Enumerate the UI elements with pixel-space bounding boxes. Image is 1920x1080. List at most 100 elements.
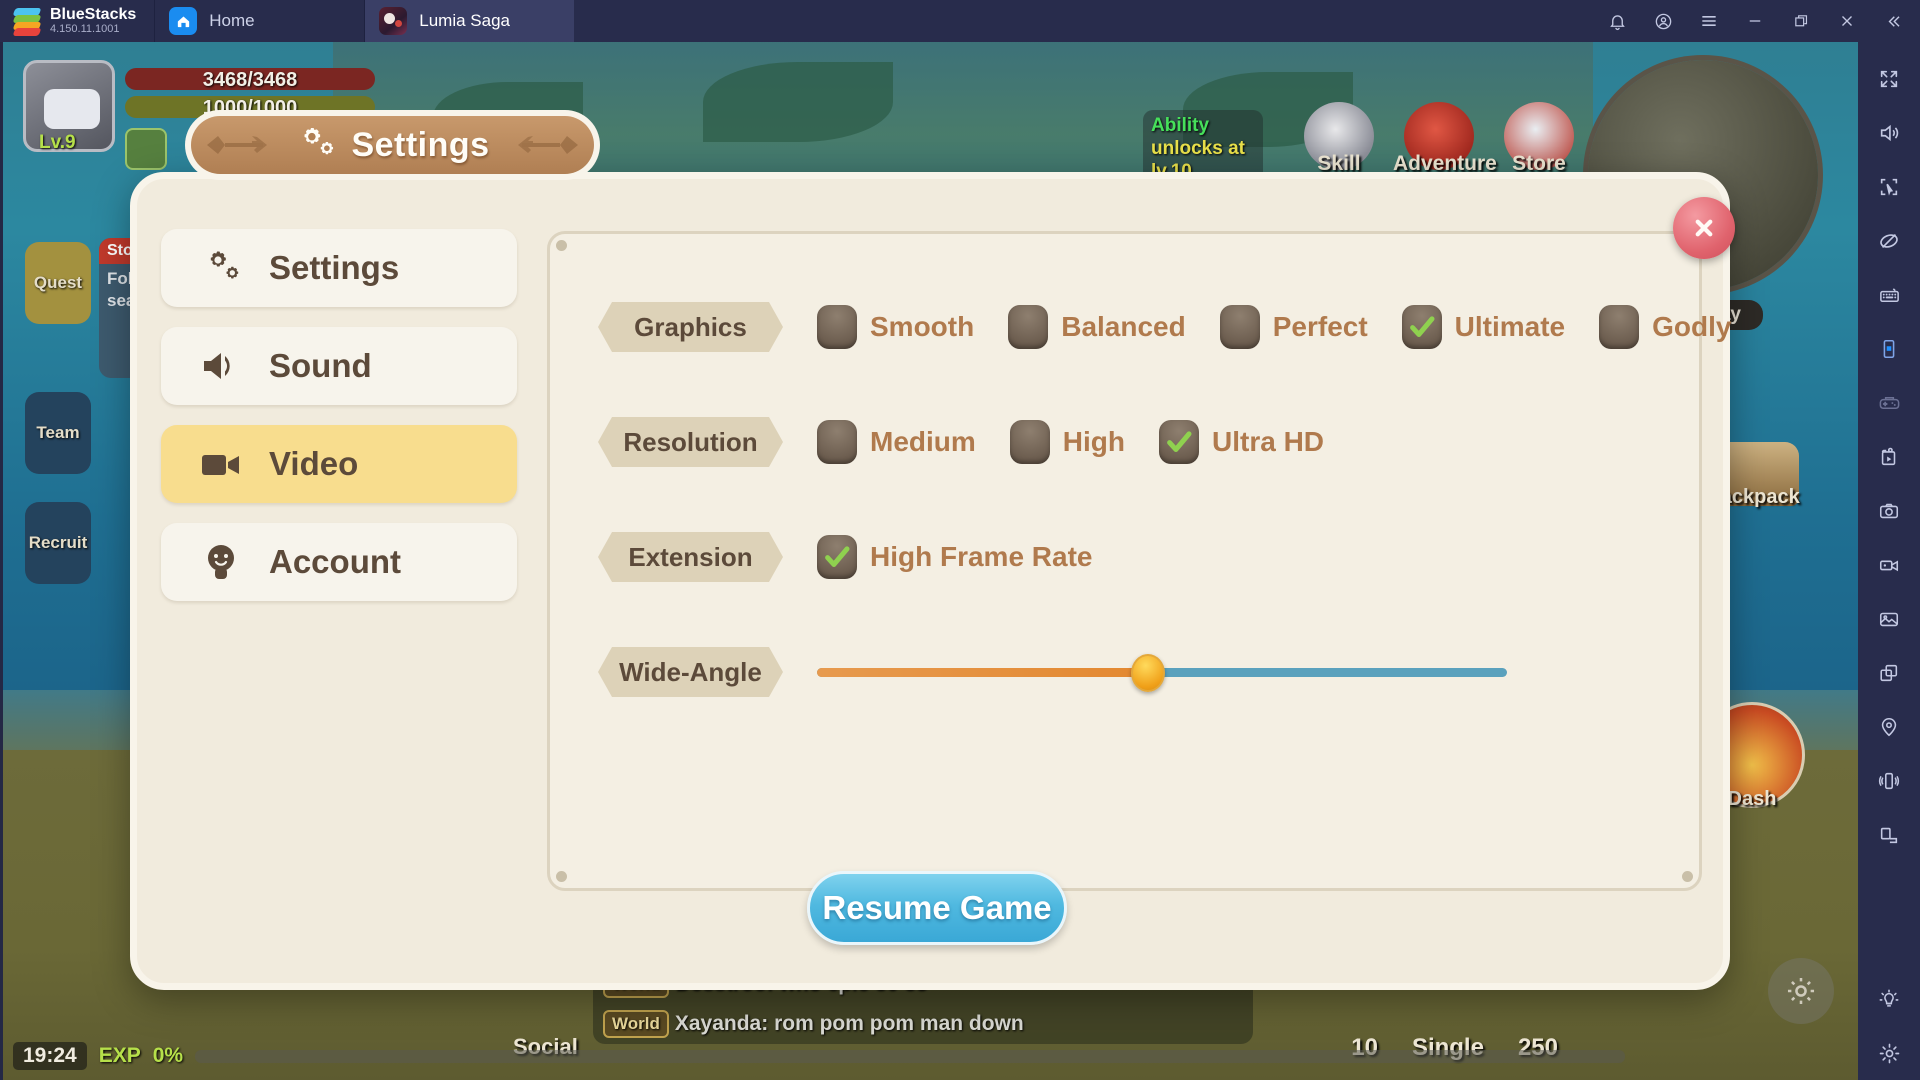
settings-panel: Settings Sound Video Account ‹ Graphics … [130, 172, 1735, 990]
eye-off-icon[interactable] [1862, 214, 1916, 268]
wide-angle-slider[interactable] [817, 653, 1507, 692]
checkbox-unchecked[interactable] [1219, 305, 1260, 349]
game-clock: 19:24 [13, 1042, 87, 1070]
gamepad-icon[interactable] [1862, 376, 1916, 430]
recruit-button[interactable]: Recruit [25, 502, 91, 584]
volume-icon[interactable] [1862, 106, 1916, 160]
bluestacks-titlebar: BlueStacks 4.150.11.1001 Home Lumia Saga [0, 0, 1920, 42]
gears-icon [195, 245, 247, 291]
bluestacks-right-toolbar [1858, 42, 1920, 1080]
extension-option-high-frame-rate-label: High Frame Rate [870, 541, 1093, 572]
graphics-option-godly[interactable]: Godly [1599, 305, 1731, 349]
exp-label: EXP [98, 1044, 141, 1067]
graphics-row-label: Graphics [598, 302, 783, 352]
restore-icon[interactable] [1778, 0, 1824, 42]
resolution-row: Resolution Medium High Ultra HD [598, 409, 1324, 475]
shake-icon[interactable] [1862, 754, 1916, 808]
brand-version: 4.150.11.1001 [50, 22, 120, 35]
team-button[interactable]: Team [25, 392, 91, 474]
account-icon[interactable] [1640, 0, 1686, 42]
script-play-icon[interactable] [1862, 430, 1916, 484]
wide-angle-slider-fill [817, 667, 1149, 677]
sidebar-item-settings[interactable]: Settings [161, 229, 517, 307]
graphics-option-perfect[interactable]: Perfect [1219, 305, 1368, 349]
tab-home[interactable]: Home [154, 0, 364, 42]
screen-capture-icon[interactable] [1862, 160, 1916, 214]
close-dialog-button[interactable] [1673, 197, 1735, 259]
titlebar-spacer [574, 0, 1594, 42]
resolution-option-high-label: High [1062, 426, 1125, 457]
minimize-icon[interactable] [1732, 0, 1778, 42]
collapse-icon[interactable] [1870, 0, 1916, 42]
checkbox-checked[interactable] [1159, 420, 1199, 464]
wide-angle-row: Wide-Angle [598, 639, 1507, 705]
gallery-icon[interactable] [1862, 592, 1916, 646]
resolution-row-label: Resolution [598, 417, 783, 467]
camera-icon[interactable] [1862, 484, 1916, 538]
graphics-option-godly-label: Godly [1652, 311, 1732, 342]
quest-button[interactable]: Quest [25, 242, 91, 324]
bluestacks-brand: BlueStacks 4.150.11.1001 [0, 0, 154, 42]
checkbox-unchecked[interactable] [1009, 420, 1050, 464]
tab-lumia-saga[interactable]: Lumia Saga [364, 0, 575, 42]
checkbox-unchecked[interactable] [817, 420, 857, 464]
bluestacks-logo-icon [12, 8, 42, 36]
sidebar-item-sound-label: Sound [269, 347, 372, 384]
settings-gear-icon[interactable] [1862, 1026, 1916, 1080]
multi-instance-icon[interactable] [1862, 646, 1916, 700]
exp-progress-bar [195, 1049, 1626, 1063]
gears-icon [304, 127, 334, 155]
settings-dialog-header: Settings [185, 110, 600, 180]
settings-content: Graphics Smooth Balanced Perfect [547, 231, 1731, 891]
checkbox-checked[interactable] [1401, 305, 1442, 349]
brand-name: BlueStacks [50, 5, 137, 23]
ornament-left-icon [207, 136, 267, 154]
sidebar-item-video-label: Video [269, 445, 359, 482]
game-settings-button[interactable] [1768, 958, 1834, 1024]
sidebar-item-sound[interactable]: Sound [161, 327, 517, 405]
home-icon [169, 7, 198, 35]
hp-value: 3468/3468 [202, 69, 298, 91]
graphics-option-smooth-label: Smooth [870, 311, 975, 342]
wide-angle-slider-knob[interactable] [1131, 653, 1166, 692]
graphics-option-balanced[interactable]: Balanced [1008, 305, 1186, 349]
chat-sender: Xayanda: [674, 1012, 769, 1035]
sidebar-item-video[interactable]: Video [161, 425, 517, 503]
resolution-option-ultra-hd[interactable]: Ultra HD [1159, 420, 1324, 464]
resolution-option-medium[interactable]: Medium [817, 420, 976, 464]
settings-nav: Settings Sound Video Account [161, 229, 521, 889]
hamburger-menu-icon[interactable] [1686, 0, 1732, 42]
graphics-option-balanced-label: Balanced [1061, 311, 1186, 342]
checkbox-checked[interactable] [817, 535, 857, 579]
checkbox-unchecked[interactable] [1008, 305, 1049, 349]
phone-rotate-icon[interactable] [1862, 322, 1916, 376]
checkbox-unchecked[interactable] [817, 305, 857, 349]
resume-button-wrap: Resume Game [137, 871, 1737, 945]
brightness-icon[interactable] [1862, 972, 1916, 1026]
rotate-screen-icon[interactable] [1862, 808, 1916, 862]
keyboard-icon[interactable] [1862, 268, 1916, 322]
chat-text: rom pom pom man down [774, 1012, 1024, 1035]
checkbox-unchecked[interactable] [1599, 305, 1640, 349]
titlebar-controls [1594, 0, 1920, 42]
extension-option-high-frame-rate[interactable]: High Frame Rate [817, 535, 1093, 579]
video-camera-icon [195, 441, 247, 487]
tab-lumia-saga-label: Lumia Saga [419, 11, 510, 30]
settings-dialog: Settings Sound Video Account ‹ Graphics … [130, 110, 1735, 990]
extension-row-label: Extension [598, 532, 783, 582]
extension-row: Extension High Frame Rate [598, 524, 1093, 590]
video-record-icon[interactable] [1862, 538, 1916, 592]
resolution-option-high[interactable]: High [1009, 420, 1125, 464]
sidebar-item-account[interactable]: Account [161, 523, 517, 601]
graphics-row: Graphics Smooth Balanced Perfect [598, 294, 1731, 360]
graphics-option-smooth[interactable]: Smooth [817, 305, 974, 349]
face-icon [195, 539, 247, 585]
sidebar-item-settings-label: Settings [269, 249, 400, 286]
graphics-option-ultimate[interactable]: Ultimate [1401, 305, 1565, 349]
notification-bell-icon[interactable] [1594, 0, 1640, 42]
settings-dialog-title: Settings [351, 125, 490, 164]
resume-game-button[interactable]: Resume Game [807, 871, 1067, 945]
location-pin-icon[interactable] [1862, 700, 1916, 754]
fullscreen-icon[interactable] [1862, 52, 1916, 106]
close-icon[interactable] [1824, 0, 1870, 42]
